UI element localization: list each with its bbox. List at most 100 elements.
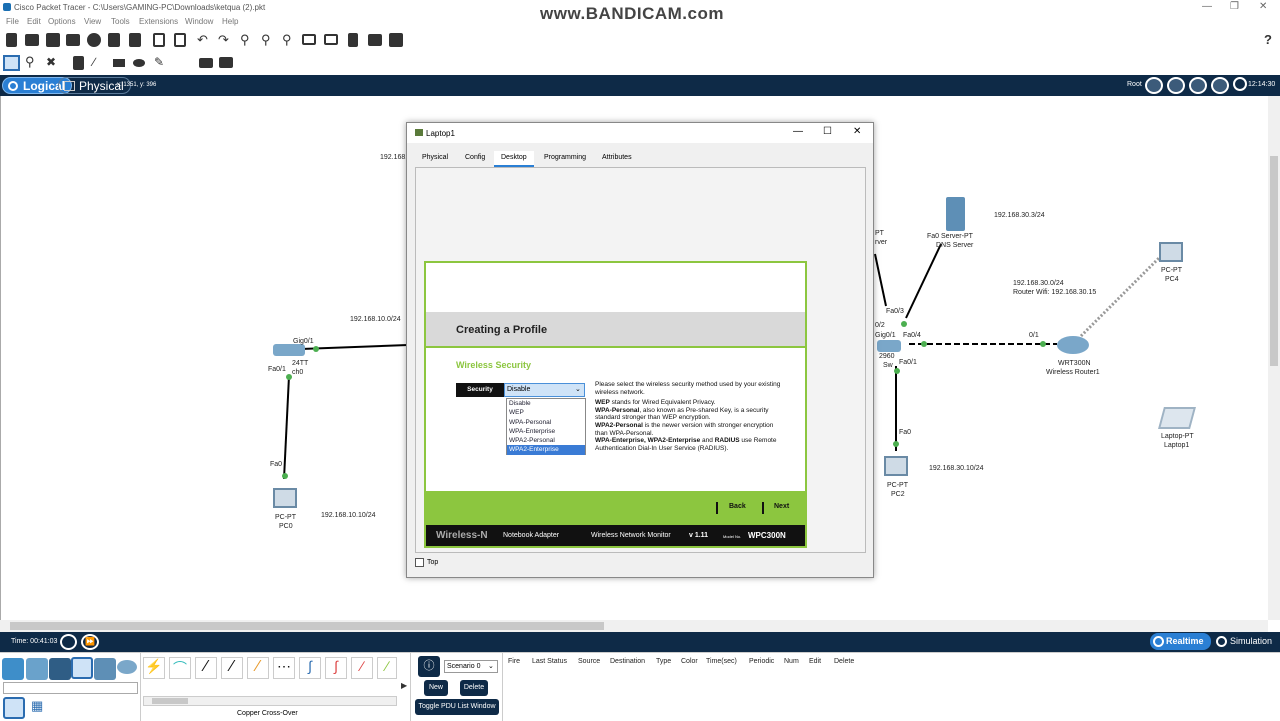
pdu-simple-icon[interactable] (199, 58, 213, 68)
note-icon[interactable] (73, 56, 84, 70)
option-wpa-personal[interactable]: WPA-Personal (507, 418, 585, 427)
octal-cable-icon[interactable]: ∕ (377, 657, 397, 679)
open-folder-icon[interactable] (25, 34, 39, 46)
menu-help[interactable]: Help (222, 17, 238, 26)
scroll-thumb[interactable] (10, 622, 604, 630)
zoom-reset-icon[interactable]: ⚲ (261, 32, 271, 48)
pc2-device[interactable] (884, 456, 908, 476)
connections-icon[interactable] (71, 657, 93, 679)
save-icon[interactable] (46, 33, 60, 47)
option-wpa2-personal[interactable]: WPA2-Personal (507, 436, 585, 445)
pdu-complex-icon[interactable] (219, 57, 233, 68)
image-icon[interactable] (389, 33, 403, 47)
back-icon[interactable] (1145, 77, 1163, 94)
drawing-palette-icon[interactable] (302, 34, 316, 45)
tab-config[interactable]: Config (458, 151, 492, 167)
zoom-in-icon[interactable]: ⚲ (240, 32, 250, 48)
scenario-select[interactable]: Scenario 0 ⌄ (444, 660, 498, 673)
dns-server-device[interactable] (946, 197, 965, 231)
line-icon[interactable]: ∕ (93, 55, 95, 69)
security-select[interactable]: Disable ⌄ (504, 383, 585, 397)
components-icon[interactable] (49, 658, 71, 680)
menu-window[interactable]: Window (185, 17, 213, 26)
print-icon[interactable] (66, 34, 80, 46)
misc-icon[interactable] (94, 658, 116, 680)
connection-type-icon[interactable] (3, 697, 25, 719)
undo-icon[interactable]: ↶ (197, 32, 208, 48)
custom-device-icon[interactable] (324, 34, 338, 45)
auto-cable-icon[interactable]: ⚡ (143, 657, 165, 679)
grid-icon[interactable]: ▦ (31, 698, 43, 714)
paste-icon[interactable] (174, 33, 186, 47)
realtime-tab[interactable]: Realtime (1150, 633, 1211, 650)
console-cable-icon[interactable]: ⌒ (169, 657, 191, 679)
menu-view[interactable]: View (84, 17, 101, 26)
next-button[interactable]: Next (774, 503, 789, 510)
new-scenario-button[interactable]: New (424, 680, 448, 696)
pc0-device[interactable] (273, 488, 297, 508)
tab-attributes[interactable]: Attributes (595, 151, 639, 167)
copy-icon[interactable] (153, 33, 165, 47)
menu-edit[interactable]: Edit (27, 17, 41, 26)
network-devices-icon[interactable] (2, 658, 24, 680)
menu-options[interactable]: Options (48, 17, 76, 26)
serial-dce-cable-icon[interactable]: ∫ (325, 657, 347, 679)
collapse-icon[interactable]: ▶ (401, 681, 407, 690)
coaxial-cable-icon[interactable]: ∫ (299, 657, 321, 679)
network-icon[interactable] (129, 33, 141, 47)
back-button[interactable]: Back (729, 503, 746, 510)
info-icon[interactable]: ⓘ (418, 656, 440, 677)
fast-forward-icon[interactable]: ⏩ (81, 634, 99, 650)
straight-cable-icon[interactable]: ∕ (195, 657, 217, 679)
delete-scenario-button[interactable]: Delete (460, 680, 488, 696)
new-file-icon[interactable] (6, 33, 17, 47)
security-options[interactable]: Disable WEP WPA-Personal WPA-Enterprise … (506, 398, 586, 455)
simulation-tab[interactable]: Simulation (1214, 633, 1278, 650)
wizard-icon[interactable] (108, 33, 120, 47)
restore-icon[interactable]: ❐ (1230, 1, 1239, 12)
palette-scroll-thumb[interactable] (152, 698, 188, 704)
laptop1-window[interactable]: Laptop1 — ☐ ✕ Physical Config Desktop Pr… (406, 122, 874, 578)
maximize-icon[interactable]: ☐ (823, 126, 832, 137)
menu-extensions[interactable]: Extensions (139, 17, 178, 26)
menu-tools[interactable]: Tools (111, 17, 130, 26)
viewport-icon[interactable] (368, 34, 382, 46)
tab-physical[interactable]: Physical (415, 151, 455, 167)
toggle-pdu-button[interactable]: Toggle PDU List Window (415, 699, 499, 715)
end-devices-icon[interactable] (26, 658, 48, 680)
switch-device[interactable] (877, 340, 901, 352)
top-checkbox[interactable] (415, 558, 424, 567)
freeform-icon[interactable]: ✎ (154, 55, 164, 69)
background-icon[interactable] (1211, 77, 1229, 94)
menu-file[interactable]: File (6, 17, 19, 26)
minimize-icon[interactable]: — (793, 126, 803, 137)
redo-icon[interactable]: ↷ (218, 32, 229, 48)
minimize-icon[interactable]: — (1202, 1, 1212, 12)
wireless-router-device[interactable] (1057, 336, 1089, 354)
inspect-icon[interactable]: ⚲ (25, 54, 35, 70)
fiber-cable-icon[interactable]: ∕ (247, 657, 269, 679)
delete-icon[interactable]: ✖ (46, 55, 56, 69)
option-wpa-enterprise[interactable]: WPA-Enterprise (507, 427, 585, 436)
pc4-device[interactable] (1159, 242, 1183, 262)
option-wpa2-enterprise[interactable]: WPA2-Enterprise (507, 445, 585, 455)
notes-icon[interactable] (348, 33, 358, 47)
search-field[interactable] (3, 682, 138, 694)
cluster-icon[interactable] (1167, 77, 1185, 94)
select-icon[interactable] (3, 55, 20, 71)
scroll-thumb[interactable] (1270, 156, 1278, 366)
ellipse-icon[interactable] (133, 59, 145, 67)
help-icon[interactable]: ? (1264, 32, 1272, 47)
tab-programming[interactable]: Programming (537, 151, 593, 167)
option-wep[interactable]: WEP (507, 408, 585, 417)
vertical-scrollbar[interactable] (1268, 96, 1280, 620)
rectangle-icon[interactable] (113, 59, 125, 67)
close-icon[interactable]: ✕ (1259, 1, 1267, 12)
phone-cable-icon[interactable]: ⋯ (273, 657, 295, 679)
close-icon[interactable]: ✕ (853, 126, 861, 137)
multiuser-icon[interactable] (117, 660, 137, 674)
reset-time-icon[interactable] (60, 634, 77, 650)
move-icon[interactable] (1189, 77, 1207, 94)
laptop1-device[interactable] (1158, 407, 1196, 429)
option-disable[interactable]: Disable (507, 399, 585, 408)
